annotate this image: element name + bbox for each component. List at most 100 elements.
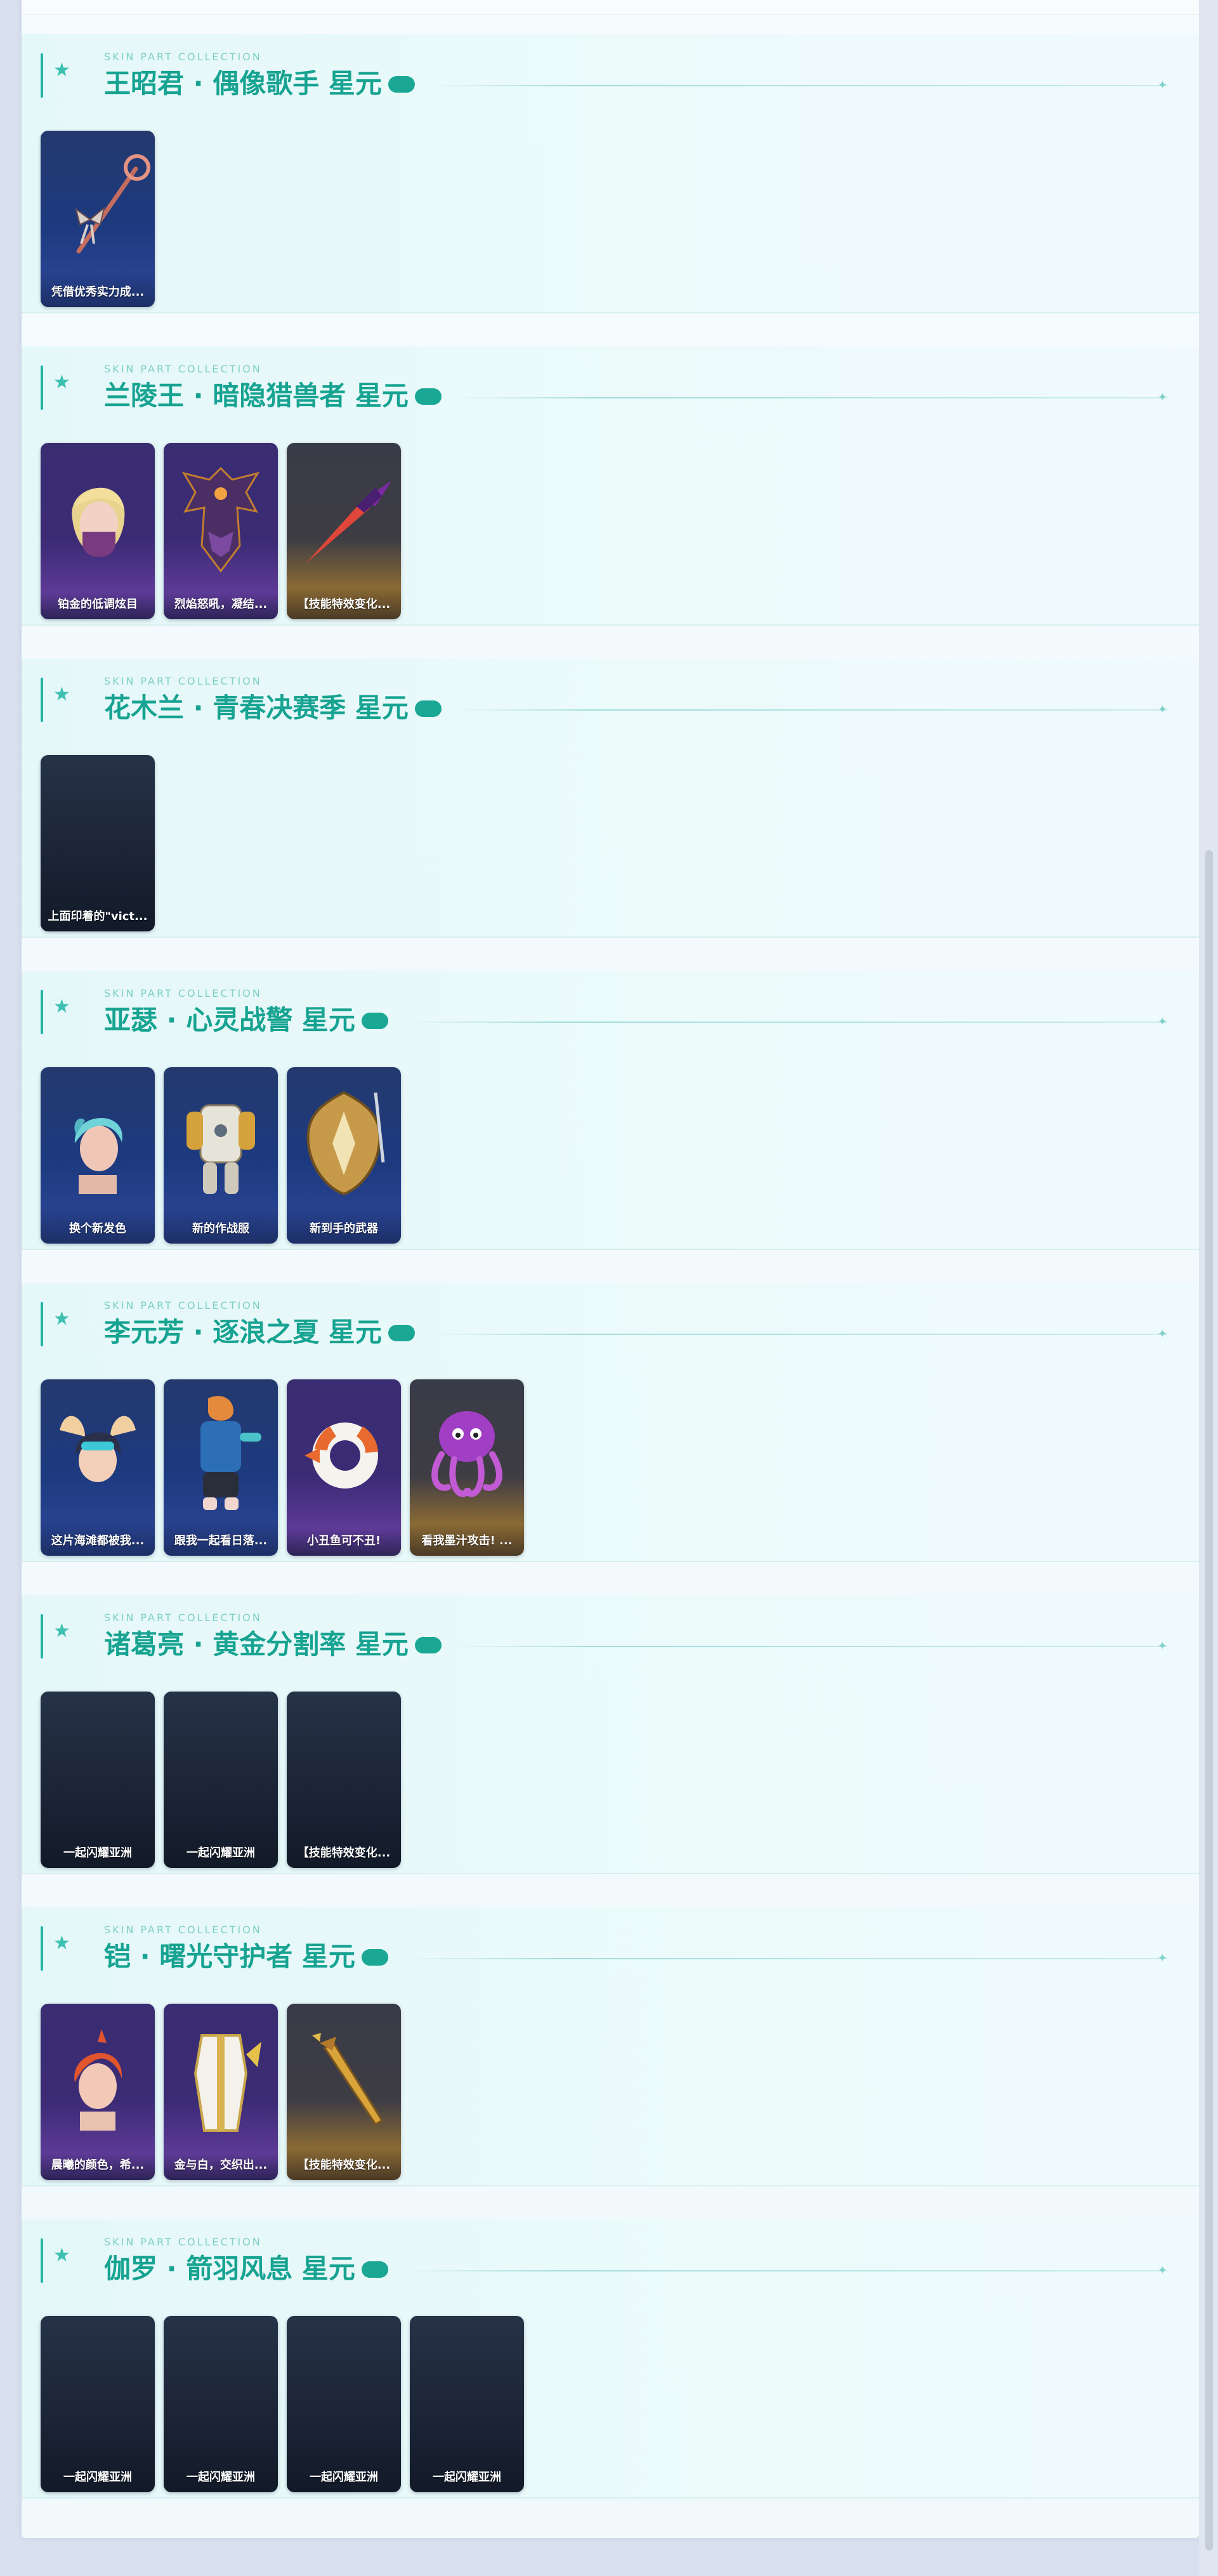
- part-card-caption: 晨曦的颜色，希...: [51, 2159, 145, 2172]
- section-accent-bar: [41, 678, 43, 722]
- sparkle-icon: ✦: [1157, 1015, 1167, 1028]
- section-pill-badge: [414, 1636, 442, 1653]
- sparkle-icon: ✦: [1157, 2264, 1167, 2277]
- part-card-list: 一起闪耀亚洲 一起闪耀亚洲 一起闪耀亚洲 一起闪耀亚洲: [41, 2316, 524, 2494]
- part-card[interactable]: 一起闪耀亚洲: [164, 2316, 278, 2492]
- section-accent-bar: [41, 1614, 43, 1659]
- part-card[interactable]: 上面印着的"vict...: [41, 755, 155, 931]
- section-pill-badge: [361, 1948, 388, 1966]
- part-card-caption: 一起闪耀亚洲: [310, 2471, 378, 2484]
- section-divider-line: [400, 1958, 1167, 1959]
- section-pill-badge: [414, 700, 442, 717]
- section-title: 铠 · 曙光守护者 星元: [104, 1941, 355, 1972]
- section-title: 伽罗 · 箭羽风息 星元: [104, 2253, 355, 2284]
- section-accent-bar: [41, 2238, 43, 2283]
- part-card[interactable]: 一起闪耀亚洲: [287, 2316, 401, 2492]
- part-card-caption: 金与白，交织出...: [174, 2159, 268, 2172]
- section-divider-line: [454, 397, 1167, 398]
- empty-icon: [164, 2316, 278, 2462]
- star-icon: ★: [53, 1620, 70, 1642]
- part-card[interactable]: 金与白，交织出...: [164, 2004, 278, 2180]
- part-card-caption: 【技能特效变化...: [297, 2159, 391, 2172]
- star-icon: ★: [53, 1932, 70, 1954]
- part-card[interactable]: 一起闪耀亚洲: [164, 1692, 278, 1868]
- scrollbar-track[interactable]: [1199, 0, 1218, 2576]
- section-pill-badge: [388, 1324, 415, 1341]
- section-accent-bar: [41, 1302, 43, 1346]
- part-card[interactable]: 【技能特效变化...: [287, 2004, 401, 2180]
- part-card-caption: 小丑鱼可不丑!: [306, 1534, 381, 1548]
- skin-section: ★ SKIN PART COLLECTION 伽罗 · 箭羽风息 星元 ✦ 一起闪耀亚洲…: [22, 2219, 1199, 2499]
- section-title-wrap: 花木兰 · 青春决赛季 星元: [104, 687, 442, 725]
- empty-icon: [41, 755, 155, 901]
- star-icon: ★: [53, 59, 70, 81]
- part-card[interactable]: 新的作战服: [164, 1067, 278, 1244]
- section-header: ★ SKIN PART COLLECTION 诸葛亮 · 黄金分割率 星元 ✦: [41, 1612, 1182, 1660]
- empty-icon: [41, 1692, 155, 1837]
- part-card[interactable]: 新到手的武器: [287, 1067, 401, 1244]
- part-card[interactable]: 【技能特效变化...: [287, 443, 401, 619]
- part-card-caption: 新的作战服: [192, 1222, 249, 1235]
- empty-icon: [287, 1692, 401, 1837]
- section-header: ★ SKIN PART COLLECTION 王昭君 · 偶像歌手 星元 ✦: [41, 51, 1182, 101]
- part-card[interactable]: 一起闪耀亚洲: [41, 2316, 155, 2492]
- section-header: ★ SKIN PART COLLECTION 李元芳 · 逐浪之夏 星元 ✦: [41, 1299, 1182, 1350]
- part-card-caption: 新到手的武器: [310, 1222, 378, 1235]
- skin-section: ★ SKIN PART COLLECTION 王昭君 · 偶像歌手 星元 ✦ 凭借优秀实…: [22, 34, 1199, 313]
- part-card-list: 晨曦的颜色，希... 金与白，交织出... 【技能特效变化...: [41, 2004, 401, 2181]
- part-card[interactable]: 这片海滩都被我...: [41, 1379, 155, 1556]
- part-card[interactable]: 跟我一起看日落...: [164, 1379, 278, 1556]
- skin-section: ★ SKIN PART COLLECTION 李元芳 · 逐浪之夏 星元 ✦ 这片海滩都…: [22, 1283, 1199, 1562]
- sparkle-icon: ✦: [1157, 1952, 1167, 1965]
- part-card-list: 铂金的低调炫目 烈焰怒吼，凝结... 【技能特效变化...: [41, 443, 401, 621]
- part-card[interactable]: 烈焰怒吼，凝结...: [164, 443, 278, 619]
- part-card-caption: 【技能特效变化...: [297, 598, 391, 611]
- sparkle-icon: ✦: [1157, 79, 1167, 92]
- section-header: ★ SKIN PART COLLECTION 亚瑟 · 心灵战警 星元 ✦: [41, 987, 1182, 1035]
- section-pill-badge: [361, 1012, 388, 1029]
- part-card-list: 一起闪耀亚洲 一起闪耀亚洲 【技能特效变化...: [41, 1692, 401, 1869]
- part-card-caption: 铂金的低调炫目: [58, 598, 138, 611]
- section-title-wrap: 王昭君 · 偶像歌手 星元: [104, 62, 415, 101]
- part-card-list: 凭借优秀实力成...: [41, 131, 155, 308]
- section-accent-bar: [41, 990, 43, 1034]
- section-subtitle: SKIN PART COLLECTION: [104, 363, 262, 375]
- part-card-list: 换个新发色 新的作战服 新到手的武器: [41, 1067, 401, 1245]
- red-blade-icon: [287, 443, 401, 589]
- part-card[interactable]: 【技能特效变化...: [287, 1692, 401, 1868]
- section-subtitle: SKIN PART COLLECTION: [104, 51, 262, 63]
- part-card[interactable]: 小丑鱼可不丑!: [287, 1379, 401, 1556]
- part-card-caption: 一起闪耀亚洲: [63, 2471, 132, 2484]
- part-card[interactable]: 看我墨汁攻击! ...: [410, 1379, 524, 1556]
- octopus-icon: [410, 1379, 524, 1525]
- section-title-wrap: 伽罗 · 箭羽风息 星元: [104, 2247, 388, 2286]
- star-icon: ★: [53, 1308, 70, 1330]
- part-card-list: 这片海滩都被我... 跟我一起看日落... 小丑鱼可不丑! 看我墨汁攻击! ...: [41, 1379, 524, 1557]
- section-title-wrap: 兰陵王 · 暗隐猎兽者 星元: [104, 374, 442, 413]
- part-card[interactable]: 换个新发色: [41, 1067, 155, 1244]
- part-card[interactable]: 一起闪耀亚洲: [41, 1692, 155, 1868]
- part-card[interactable]: 铂金的低调炫目: [41, 443, 155, 619]
- part-card[interactable]: 凭借优秀实力成...: [41, 131, 155, 307]
- section-pill-badge: [388, 76, 415, 93]
- part-card-caption: 一起闪耀亚洲: [63, 1846, 132, 1860]
- sparkle-icon: ✦: [1157, 391, 1167, 404]
- white-armor-icon: [164, 1067, 278, 1213]
- section-subtitle: SKIN PART COLLECTION: [104, 1924, 262, 1936]
- part-card-caption: 一起闪耀亚洲: [187, 1846, 255, 1860]
- part-card[interactable]: 晨曦的颜色，希...: [41, 2004, 155, 2180]
- part-card-caption: 看我墨汁攻击! ...: [421, 1534, 513, 1548]
- part-card[interactable]: 一起闪耀亚洲: [410, 2316, 524, 2492]
- skin-section: ★ SKIN PART COLLECTION 诸葛亮 · 黄金分割率 星元 ✦ 一起闪耀…: [22, 1595, 1199, 1874]
- section-divider-line: [454, 1646, 1167, 1647]
- part-card-caption: 上面印着的"vict...: [48, 910, 148, 923]
- section-subtitle: SKIN PART COLLECTION: [104, 987, 262, 999]
- sparkle-icon: ✦: [1157, 703, 1167, 716]
- swim-ring-icon: [287, 1379, 401, 1525]
- scrollbar-thumb[interactable]: [1205, 850, 1213, 2551]
- section-title-wrap: 铠 · 曙光守护者 星元: [104, 1935, 388, 1974]
- section-title: 花木兰 · 青春决赛季 星元: [104, 692, 409, 723]
- section-title-wrap: 李元芳 · 逐浪之夏 星元: [104, 1311, 415, 1350]
- section-title: 兰陵王 · 暗隐猎兽者 星元: [104, 380, 409, 411]
- section-subtitle: SKIN PART COLLECTION: [104, 2236, 262, 2248]
